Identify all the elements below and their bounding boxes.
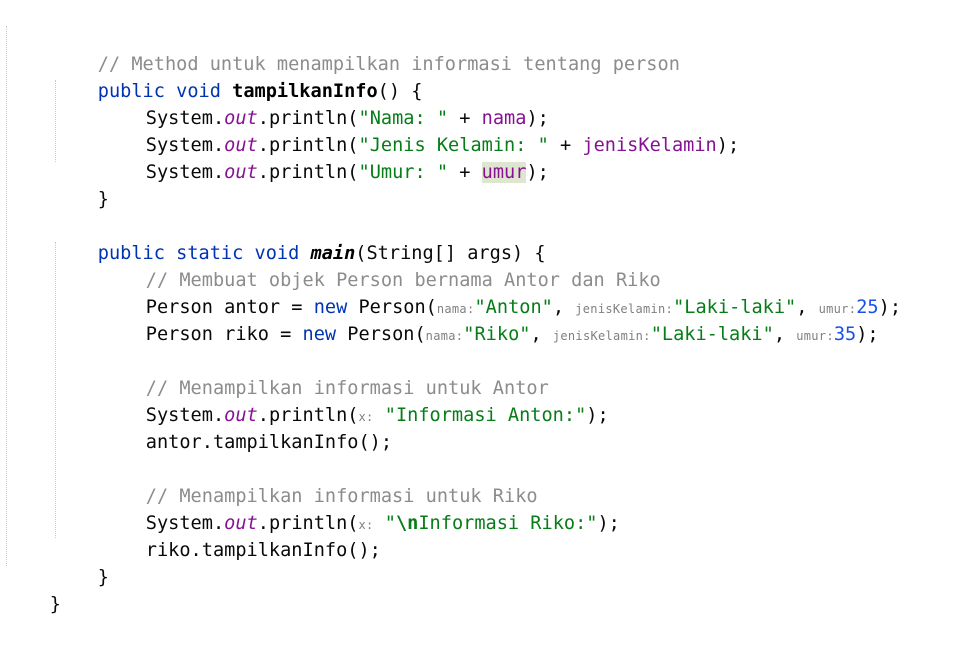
closing-brace: } xyxy=(97,567,109,588)
code-text: ); xyxy=(586,405,609,426)
indent-guide xyxy=(6,26,7,566)
field-ref-highlighted: umur xyxy=(481,162,527,183)
code-text: ); xyxy=(716,135,740,156)
code-text: ); xyxy=(597,513,620,534)
code-line[interactable]: System.out.println(x: "\nInformasi Riko:… xyxy=(101,483,620,534)
code-line[interactable]: antor.tampilkanInfo(); xyxy=(101,402,392,453)
code-text: .println( xyxy=(257,162,359,183)
code-text: , xyxy=(773,324,797,345)
code-text: ); xyxy=(878,297,902,318)
code-line[interactable]: public void tampilkanInfo() { xyxy=(53,51,423,102)
code-text: , xyxy=(530,324,553,345)
static-field: out xyxy=(224,162,258,183)
code-line[interactable]: // Menampilkan informasi untuk Antor xyxy=(101,348,549,399)
code-text: + xyxy=(448,162,482,183)
code-text: Person( xyxy=(336,324,426,345)
code-editor[interactable]: // Method untuk menampilkan informasi te… xyxy=(0,0,958,615)
code-line[interactable]: // Method untuk menampilkan informasi te… xyxy=(53,24,680,75)
escape-sequence: \n xyxy=(395,513,419,534)
string-literal: "Laki-laki" xyxy=(650,324,774,345)
code-text: ); xyxy=(856,324,879,345)
closing-brace: } xyxy=(49,594,61,615)
code-line[interactable]: System.out.println("Umur: " + umur); xyxy=(101,132,549,183)
number-literal: 35 xyxy=(833,324,857,345)
code-line[interactable]: System.out.println("Nama: " + nama); xyxy=(101,78,549,129)
string-literal: "Riko" xyxy=(463,324,531,345)
string-literal: "Informasi Anton:" xyxy=(384,405,587,426)
keyword: new xyxy=(302,324,337,345)
param-hint: jenisKelamin: xyxy=(552,329,651,343)
code-line[interactable]: } xyxy=(53,537,109,588)
code-line[interactable]: public static void main(String[] args) { xyxy=(53,213,546,264)
code-line[interactable]: } xyxy=(53,159,109,210)
param-hint: umur: xyxy=(796,329,834,343)
code-line[interactable]: // Menampilkan informasi untuk Riko xyxy=(101,456,538,507)
code-line[interactable]: } xyxy=(5,564,61,615)
code-line[interactable]: System.out.println(x: "Informasi Anton:"… xyxy=(101,375,609,426)
code-line[interactable]: Person riko = new Person(nama:"Riko", je… xyxy=(101,294,879,345)
code-text: System. xyxy=(145,162,225,183)
code-line[interactable]: // Membuat objek Person bernama Antor da… xyxy=(101,240,661,291)
code-text: Person riko = xyxy=(145,324,303,345)
string-literal: Informasi Riko:" xyxy=(418,513,598,534)
code-line[interactable]: Person antor = new Person(nama:"Anton", … xyxy=(101,267,901,318)
field-ref: jenisKelamin xyxy=(582,135,717,156)
param-hint: nama: xyxy=(425,329,464,343)
code-text: + xyxy=(548,135,583,156)
code-text: ); xyxy=(526,162,549,183)
code-text: antor.tampilkanInfo(); xyxy=(145,432,393,453)
closing-brace: } xyxy=(97,189,109,210)
string-literal: " xyxy=(384,513,396,534)
code-line[interactable]: System.out.println("Jenis Kelamin: " + j… xyxy=(101,105,739,156)
code-text: riko.tampilkanInfo(); xyxy=(145,540,381,561)
string-literal: "Umur: " xyxy=(358,162,449,183)
code-line[interactable]: riko.tampilkanInfo(); xyxy=(101,510,381,561)
